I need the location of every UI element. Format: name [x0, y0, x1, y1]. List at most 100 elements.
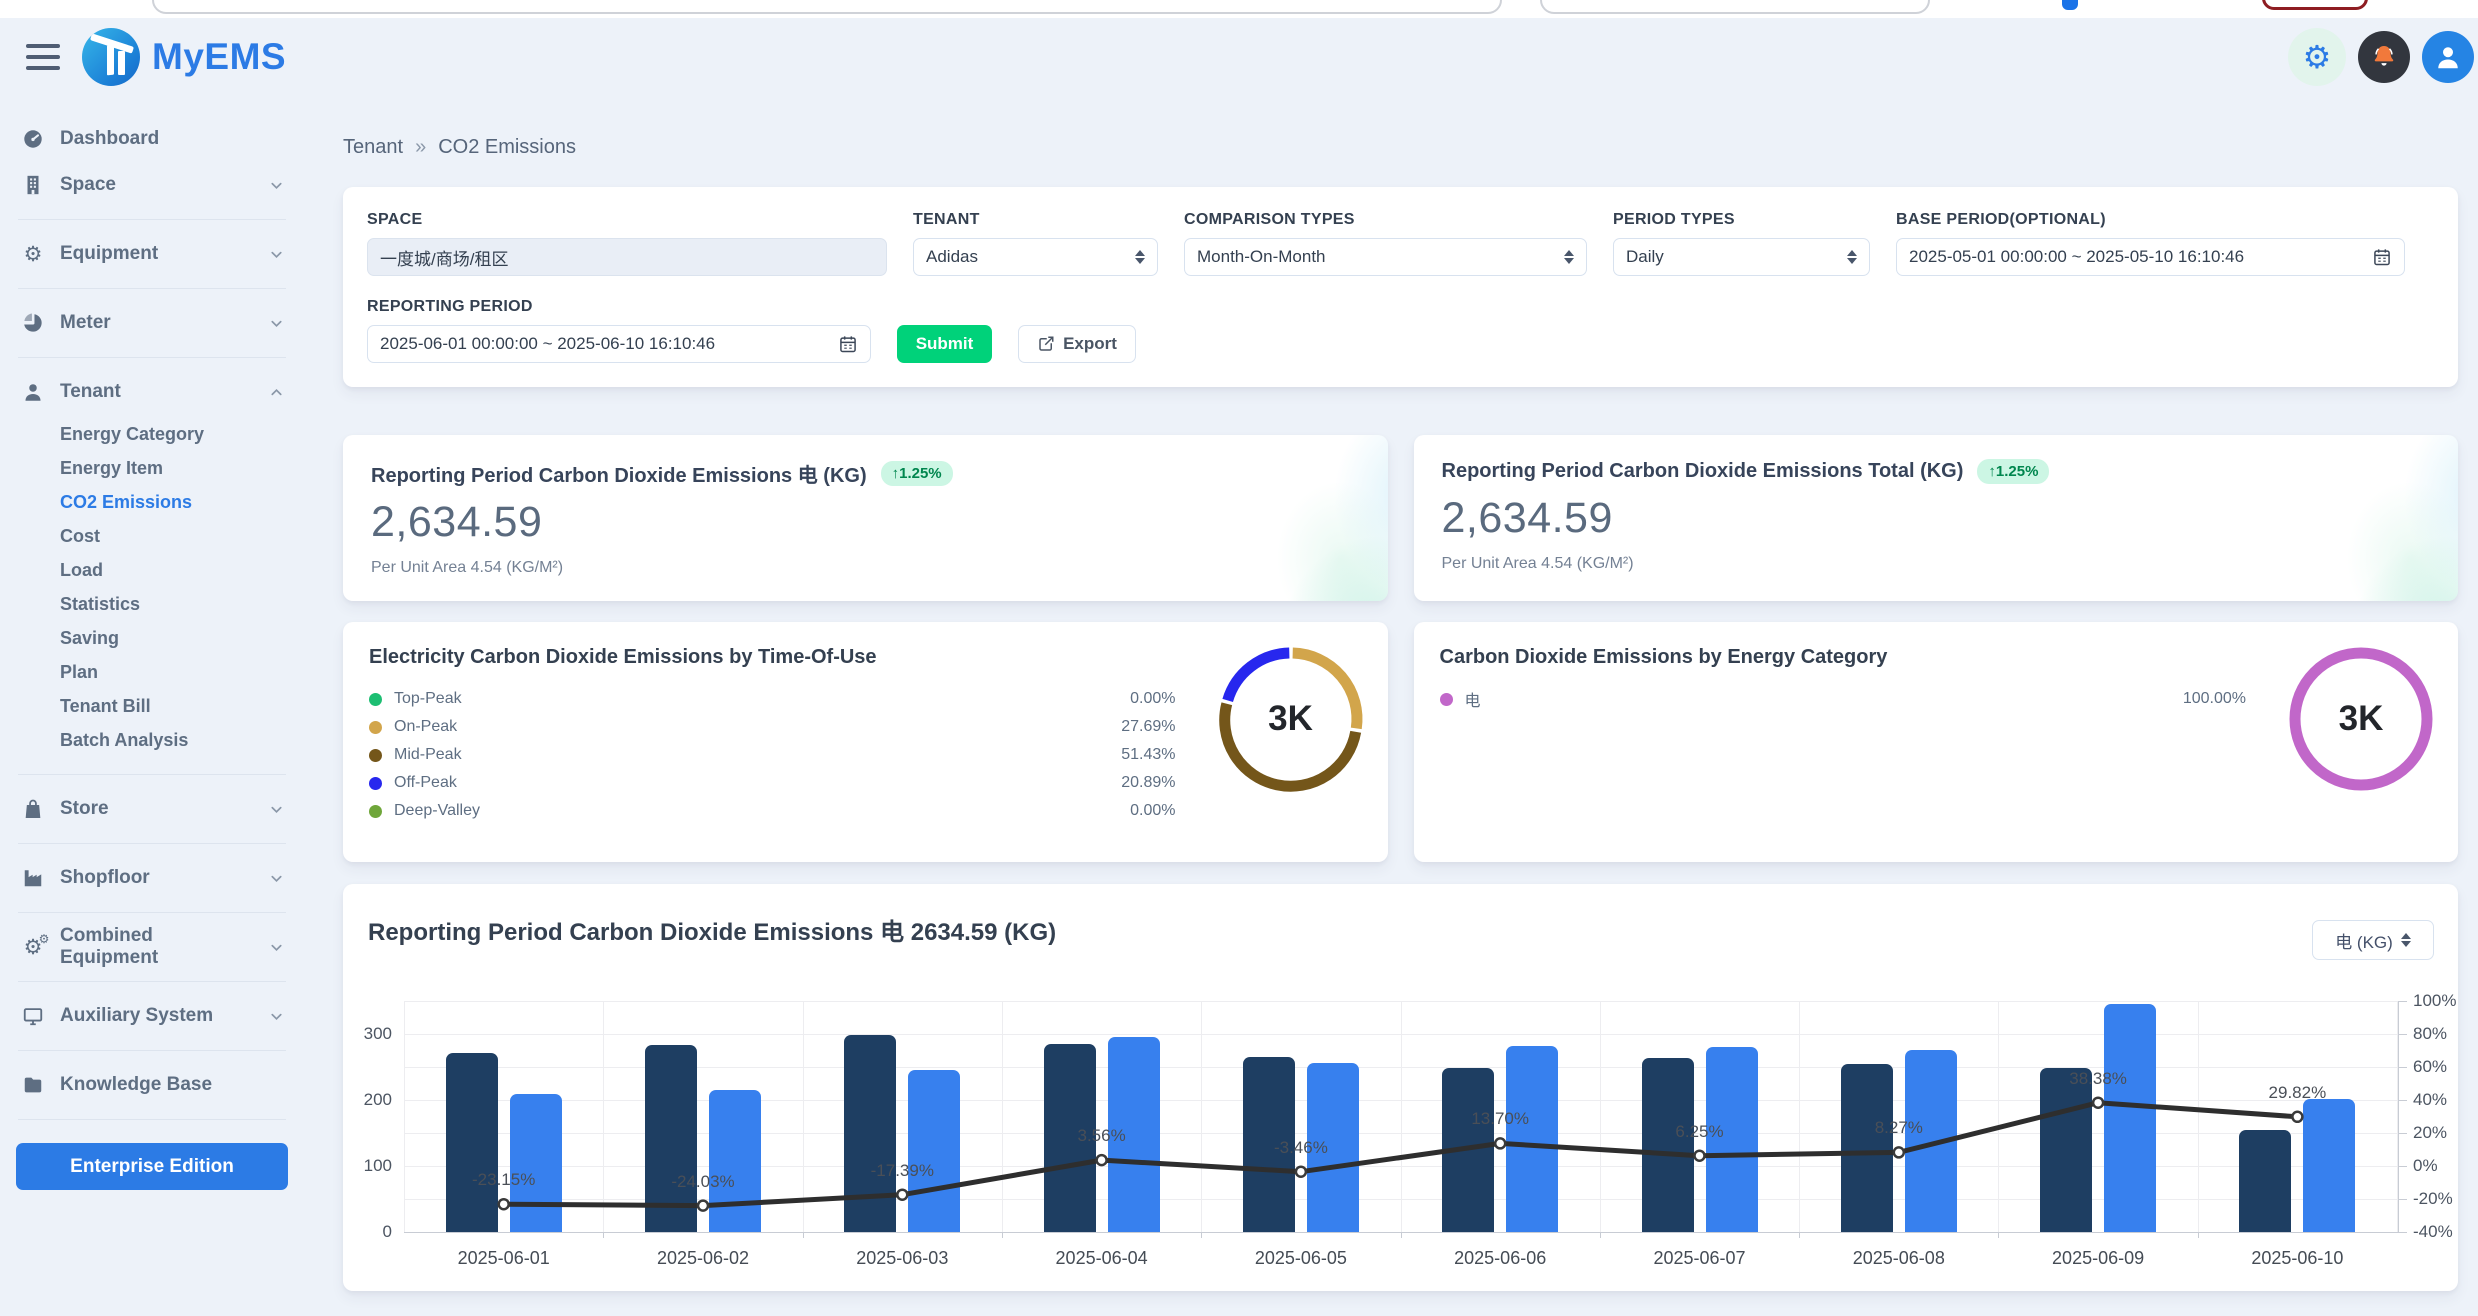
sidebar-divider — [18, 357, 286, 358]
sidebar-divider — [18, 1119, 286, 1120]
reporting-period-input[interactable]: 2025-06-01 00:00:00 ~ 2025-06-10 16:10:4… — [367, 325, 871, 363]
hamburger-menu-icon[interactable] — [26, 44, 60, 70]
breadcrumb-separator: » — [415, 136, 426, 159]
legend-label: Off-Peak — [394, 774, 457, 792]
x-axis-date-label: 2025-06-02 — [623, 1248, 783, 1269]
change-line — [404, 1001, 2397, 1232]
sidebar-item-meter[interactable]: Meter — [16, 300, 288, 346]
sidebar-subitem-saving[interactable]: Saving — [16, 621, 288, 655]
stat-subtext: Per Unit Area 4.54 (KG/M²) — [1442, 555, 2431, 573]
notifications-bell-icon[interactable] — [2358, 31, 2410, 83]
reporting-period-field: REPORTING PERIOD 2025-06-01 00:00:00 ~ 2… — [367, 298, 871, 363]
sidebar-item-knowledge-base[interactable]: Knowledge Base — [16, 1062, 288, 1108]
change-percent-label: 6.25% — [1645, 1122, 1755, 1142]
folder-icon — [20, 1074, 46, 1096]
chevron-up-icon — [269, 385, 284, 400]
enterprise-edition-button[interactable]: Enterprise Edition — [16, 1143, 288, 1190]
legend-dot-icon — [1440, 693, 1453, 706]
space-input[interactable]: 一度城/商场/租区 — [367, 238, 887, 276]
stat-title: Reporting Period Carbon Dioxide Emission… — [371, 459, 867, 488]
browser-blue-icon — [2062, 0, 2078, 10]
sidebar-subitem-statistics[interactable]: Statistics — [16, 587, 288, 621]
sidebar-divider — [18, 912, 286, 913]
legend-dot-icon — [369, 721, 382, 734]
sidebar-item-shopfloor[interactable]: Shopfloor — [16, 855, 288, 901]
sidebar-item-label: Shopfloor — [60, 867, 150, 889]
base-period-input[interactable]: 2025-05-01 00:00:00 ~ 2025-05-10 16:10:4… — [1896, 238, 2405, 276]
sidebar-subitem-batch-analysis[interactable]: Batch Analysis — [16, 723, 288, 757]
sidebar-subitem-plan[interactable]: Plan — [16, 655, 288, 689]
sidebar-item-label: Auxiliary System — [60, 1005, 213, 1027]
calendar-icon — [838, 334, 858, 354]
x-axis-date-label: 2025-06-10 — [2217, 1248, 2377, 1269]
period-types-field: PERIOD TYPES Daily — [1613, 211, 1870, 276]
sidebar-item-space[interactable]: Space — [16, 162, 288, 208]
sidebar-item-label: Space — [60, 174, 116, 196]
legend-dot-icon — [369, 749, 382, 762]
left-axis-tick: 0 — [342, 1222, 392, 1242]
sidebar-subitem-tenant-bill[interactable]: Tenant Bill — [16, 689, 288, 723]
chevron-down-icon — [269, 178, 284, 193]
sidebar-item-store[interactable]: Store — [16, 786, 288, 832]
legend-item-on-peak[interactable]: On-Peak27.69% — [369, 713, 1176, 741]
legend-item-top-peak[interactable]: Top-Peak0.00% — [369, 685, 1176, 713]
comparison-types-label: COMPARISON TYPES — [1184, 211, 1587, 229]
chevron-down-icon — [269, 316, 284, 331]
sidebar-item-label: Tenant — [60, 381, 121, 403]
sidebar-subitem-cost[interactable]: Cost — [16, 519, 288, 553]
unit-select[interactable]: 电 (KG) — [2312, 920, 2434, 960]
myems-app: MyEMS ⚙ Dashboard Space ⚙Equipment Meter Ten… — [0, 0, 2478, 1316]
select-caret-icon — [1564, 250, 1574, 264]
legend-item-deep-valley[interactable]: Deep-Valley0.00% — [369, 797, 1176, 825]
sidebar-subitem-energy-category[interactable]: Energy Category — [16, 417, 288, 451]
sidebar-subitem-load[interactable]: Load — [16, 553, 288, 587]
breadcrumb-parent[interactable]: Tenant — [343, 136, 403, 159]
sidebar-item-label: Knowledge Base — [60, 1074, 212, 1096]
change-percent-label: 8.27% — [1844, 1118, 1954, 1138]
x-axis-date-label: 2025-06-01 — [424, 1248, 584, 1269]
export-icon — [1037, 335, 1055, 353]
legend-percent: 20.89% — [1121, 774, 1175, 792]
sidebar-subitem-energy-item[interactable]: Energy Item — [16, 451, 288, 485]
factory-icon — [20, 867, 46, 889]
change-percent-label: -3.46% — [1246, 1138, 1356, 1158]
donut-center-label: 3K — [1216, 644, 1366, 794]
legend-item-mid-peak[interactable]: Mid-Peak51.43% — [369, 741, 1176, 769]
sidebar-item-tenant[interactable]: Tenant — [16, 369, 288, 415]
settings-gear-icon[interactable]: ⚙ — [2288, 28, 2346, 86]
sidebar-item-equipment[interactable]: ⚙Equipment — [16, 231, 288, 277]
left-axis-tick: 200 — [342, 1090, 392, 1110]
breadcrumb-current: CO2 Emissions — [438, 136, 576, 159]
legend-label: Mid-Peak — [394, 746, 462, 764]
brand-logo[interactable]: MyEMS — [82, 28, 286, 86]
submit-button[interactable]: Submit — [897, 325, 992, 363]
tenant-label: TENANT — [913, 211, 1158, 229]
bar-chart-card: Reporting Period Carbon Dioxide Emission… — [343, 884, 2458, 1291]
sidebar-item-dashboard[interactable]: Dashboard — [16, 116, 288, 162]
gauge-icon — [20, 128, 46, 150]
right-axis-tick: 0% — [2413, 1156, 2438, 1176]
donut-cards-row: Electricity Carbon Dioxide Emissions by … — [343, 622, 2458, 862]
donut-card-title: Carbon Dioxide Emissions by Energy Categ… — [1440, 646, 2433, 669]
left-axis-tick: 300 — [342, 1024, 392, 1044]
sidebar-item-auxiliary-system[interactable]: Auxiliary System — [16, 993, 288, 1039]
calendar-icon — [2372, 247, 2392, 267]
legend-percent: 100.00% — [2183, 690, 2246, 708]
sidebar-divider — [18, 219, 286, 220]
time-of-use-donut-card: Electricity Carbon Dioxide Emissions by … — [343, 622, 1388, 862]
sidebar-item-combined-equipment[interactable]: ⚙⚙Combined Equipment — [16, 924, 288, 970]
select-caret-icon — [1135, 250, 1145, 264]
sidebar-subitem-co2-emissions[interactable]: CO2 Emissions — [16, 485, 288, 519]
user-avatar[interactable] — [2422, 31, 2474, 83]
comparison-types-select[interactable]: Month-On-Month — [1184, 238, 1587, 276]
period-types-select[interactable]: Daily — [1613, 238, 1870, 276]
legend-item-电[interactable]: 电100.00% — [1440, 685, 2247, 713]
gear-icon: ⚙ — [20, 244, 46, 265]
main-content: Tenant » CO2 Emissions SPACE 一度城/商场/租区 T… — [306, 96, 2458, 1291]
legend-item-off-peak[interactable]: Off-Peak 20.89% — [369, 769, 1176, 797]
legend-dot-icon — [369, 805, 382, 818]
export-button[interactable]: Export — [1018, 325, 1136, 363]
tenant-select[interactable]: Adidas — [913, 238, 1158, 276]
sidebar-divider — [18, 843, 286, 844]
sidebar-divider — [18, 288, 286, 289]
